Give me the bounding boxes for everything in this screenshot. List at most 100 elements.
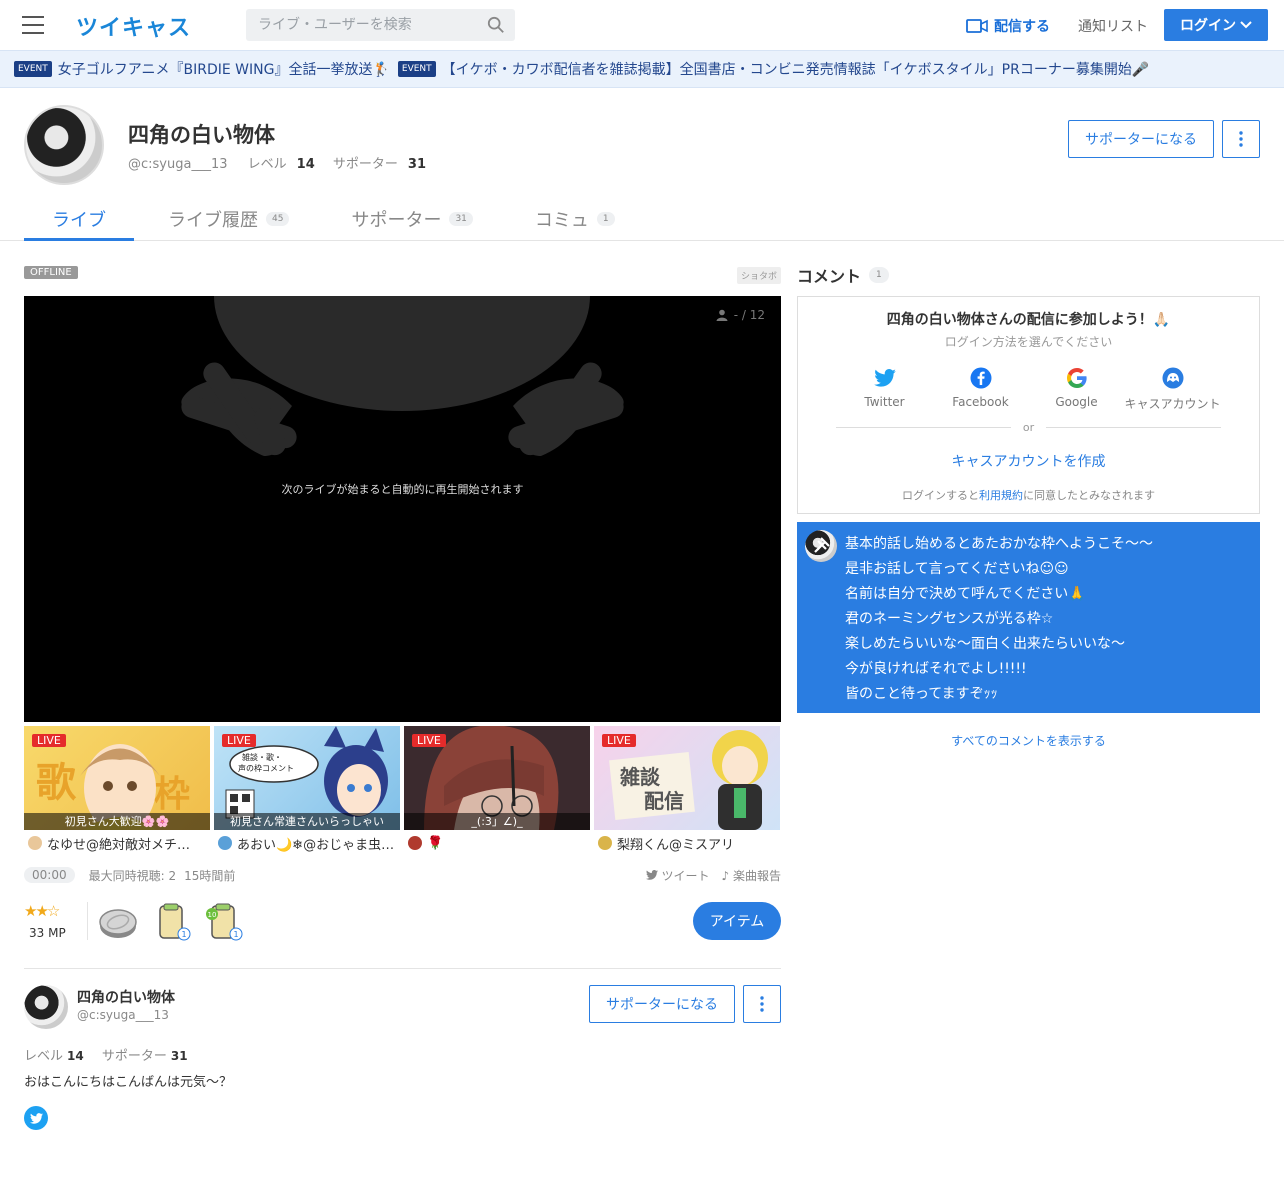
notification-list-link[interactable]: 通知リスト [1078,16,1148,36]
supporter-count: 31 [170,1049,188,1063]
comment-line: 楽しめたらいいな〜面白く出来たらいいな〜 [845,636,1125,652]
tab-label: コミュ [534,210,589,231]
menu-icon[interactable] [22,16,44,34]
terms-post: に同意したとみなされます [1023,489,1155,502]
svg-text:10: 10 [208,911,217,919]
tea-item-icon[interactable]: 1 [154,902,194,942]
or-label: or [1022,421,1035,434]
live-owner[interactable]: なゆせ@絶対敵対メチ… [24,830,210,856]
event-link[interactable]: 【イケボ・カワボ配信者を雑誌掲載】全国書店・コンビニ発売情報誌「イケボスタイル」… [442,59,1150,79]
live-owner[interactable]: 梨翔くん@ミスアリ [594,830,780,856]
avatar[interactable] [24,105,104,185]
svg-text:雑談・歌・: 雑談・歌・ [242,752,282,762]
live-caption: 初見さん大歓迎🌸🌸 [24,813,210,830]
live-caption: 初見さん常連さんいらっしゃい [214,813,400,830]
terms-link[interactable]: 利用規約 [979,489,1023,502]
tab-label: ライブ履歴 [168,210,258,231]
live-card[interactable]: LIVE _(:3」∠)_ 🌹 [404,726,590,856]
owner-avatar [28,836,42,850]
search-icon[interactable] [487,16,505,34]
become-supporter-button[interactable]: サポーターになる [589,985,735,1023]
item-count: 1 [233,930,238,939]
become-supporter-button[interactable]: サポーターになる [1068,120,1214,158]
level-label: レベル [24,1049,64,1064]
broadcaster-name[interactable]: 四角の白い物体 [77,987,175,1007]
mascot-silhouette [181,296,624,456]
viewer-count: - / 12 [716,308,765,322]
provider-label: Twitter [864,395,905,409]
player-message: 次のライブが始まると自動的に再生開始されます [281,483,524,496]
live-thumbnail[interactable]: 歌 枠 LIVE 初見さん大歓迎🌸🌸 [24,726,210,830]
more-options-button[interactable] [743,985,781,1023]
create-account-link[interactable]: キャスアカウントを作成 [798,451,1259,471]
supporter-count: 31 [407,157,426,172]
supporter-label: サポーター [101,1049,167,1064]
live-thumbnail[interactable]: 雑談 配信 LIVE [594,726,780,830]
event-badge: EVENT [397,61,436,77]
tab-count: 45 [266,212,290,226]
more-options-button[interactable] [1222,120,1260,158]
pin-icon [814,537,830,553]
video-player[interactable]: - / 12 次のライブが始まると自動的に再生開始されます [24,296,781,722]
comments-header: コメント 1 [797,263,889,287]
live-owner[interactable]: 🌹 [404,830,590,856]
pinned-comment: 基本的話し始めるとあたおかな枠へようこそ〜〜 是非お話して言ってくださいね☺︎☺… [797,522,1260,713]
live-caption: _(:3」∠)_ [404,813,590,830]
tab-community[interactable]: コミュ 1 [535,192,615,241]
site-logo[interactable]: ツイキャス [76,10,191,42]
owner-name: 梨翔くん@ミスアリ [617,837,735,853]
max-viewers: 最大同時視聴: 2 [88,868,177,883]
svg-text:声の枠コメント: 声の枠コメント [238,763,294,773]
terms-note: ログインすると利用規約に同意したとみなされます [798,487,1259,503]
search-box[interactable] [246,9,515,41]
login-facebook-button[interactable]: Facebook [933,365,1029,412]
level-value: 14 [296,157,315,172]
live-card[interactable]: 雑談 配信 LIVE 梨翔くん@ミスアリ [594,726,780,856]
owner-name: 🌹 [427,835,444,851]
login-prompt-title: 四角の白い物体さんの配信に参加しよう！🙏🏻 [886,312,1171,328]
tweet-link[interactable]: ツイート [645,867,709,884]
event-link[interactable]: 女子ゴルフアニメ『BIRDIE WING』全話一挙放送🏌 [58,59,390,79]
viewer-count-value: - / 12 [733,308,765,322]
show-all-comments-link[interactable]: すべてのコメントを表示する [797,732,1260,749]
level-label: レベル [247,157,287,172]
item-button[interactable]: アイテム [693,902,781,940]
divider [24,968,781,969]
tea-10-item-icon[interactable]: 10 1 [204,902,244,942]
comment-line: 名前は自分で決めて呼んでください🙏 [845,586,1086,602]
live-thumbnail[interactable]: 雑談・歌・ 声の枠コメント LIVE 初見さん常連さんいらっしゃい [214,726,400,830]
avatar[interactable] [24,985,68,1029]
live-card[interactable]: 歌 枠 LIVE 初見さん大歓迎🌸🌸 なゆせ@絶対敵対メチ… [24,726,210,856]
video-camera-icon [966,19,988,33]
login-google-button[interactable]: Google [1029,365,1125,412]
tab-count: 1 [596,212,615,226]
avatar[interactable] [805,530,837,562]
user-icon [716,309,728,321]
login-button[interactable]: ログイン [1164,9,1268,41]
category-tag[interactable]: ショタボ [737,267,782,284]
live-thumbnail[interactable]: LIVE _(:3」∠)_ [404,726,590,830]
comment-line: 君のネーミングセンスが光る枠☆ [845,611,1054,627]
tab-live[interactable]: ライブ [24,192,134,241]
twitcasting-icon [1162,367,1183,389]
recommended-lives: 歌 枠 LIVE 初見さん大歓迎🌸🌸 なゆせ@絶対敵対メチ… 雑談・歌・ 声の枠… [24,726,781,856]
divider [87,902,88,940]
item-bar: ★★☆ 33 MP 1 10 1 アイテム [24,898,781,946]
login-providers: Twitter Facebook Google キャスアカウント [798,365,1259,412]
terms-pre: ログインすると [902,489,979,502]
broadcast-button[interactable]: 配信する [966,16,1050,36]
google-icon [1066,368,1087,388]
tab-supporters[interactable]: サポーター 31 [351,192,473,241]
login-twitcasting-button[interactable]: キャスアカウント [1125,365,1221,412]
rating-stars: ★★☆ [24,902,60,920]
music-report-link[interactable]: ♪ 楽曲報告 [721,867,781,884]
mp-value: 33 MP [29,926,66,940]
search-input[interactable] [246,9,466,41]
live-card[interactable]: 雑談・歌・ 声の枠コメント LIVE 初見さん常連さんいらっしゃい あおい🌙❄@… [214,726,400,856]
live-stats: 00:00 最大同時視聴: 2 15時間前 ツイート ♪ 楽曲報告 [24,866,781,884]
twitter-profile-link[interactable] [24,1106,48,1130]
live-owner[interactable]: あおい🌙❄@おじゃま虫… [214,830,400,856]
tab-live-history[interactable]: ライブ履歴 45 [168,192,290,241]
coin-item-icon[interactable] [98,902,138,942]
login-twitter-button[interactable]: Twitter [837,365,933,412]
